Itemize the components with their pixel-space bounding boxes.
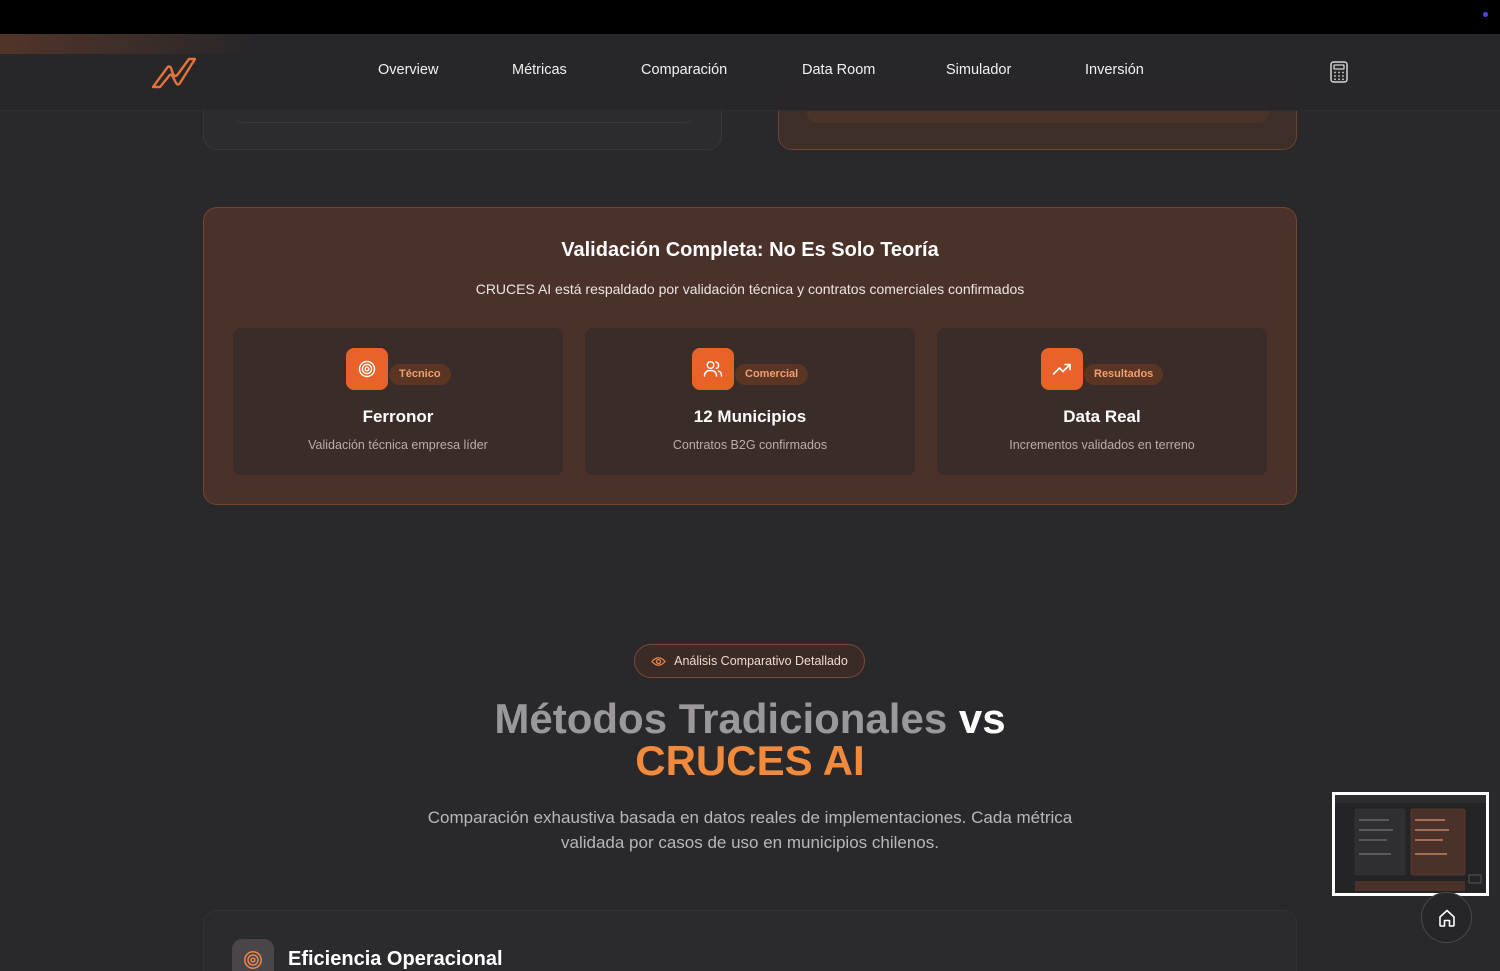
eye-icon <box>651 656 667 666</box>
minimap-preview <box>1335 795 1486 893</box>
heading-part1: Métodos Tradicionales <box>494 695 948 742</box>
section-pill: Análisis Comparativo Detallado <box>634 644 865 678</box>
validation-card-resultados: Resultados Data Real Incrementos validad… <box>937 328 1267 475</box>
nav-item-data-room[interactable]: Data Room <box>802 62 875 78</box>
nav-item-comparacion[interactable]: Comparación <box>641 62 727 78</box>
target-icon <box>232 939 274 971</box>
navbar-glow <box>0 34 260 54</box>
card-title: Ferronor <box>362 407 434 426</box>
card-description: Incrementos validados en terreno <box>1009 438 1195 452</box>
status-dot <box>1483 12 1488 17</box>
navbar: Overview Métricas Comparación Data Room … <box>0 34 1500 111</box>
home-icon <box>1438 909 1455 927</box>
cruces-logo-icon[interactable] <box>150 56 198 90</box>
validation-card-tecnico: Técnico Ferronor Validación técnica empr… <box>233 328 563 475</box>
validation-subtitle: CRUCES AI está respaldado por validación… <box>475 281 1025 297</box>
badge-comercial: Comercial <box>735 364 809 385</box>
comparison-description: Comparación exhaustiva basada en datos r… <box>427 808 1073 852</box>
validation-title: Validación Completa: No Es Solo Teoría <box>561 239 939 261</box>
users-icon <box>692 348 734 390</box>
home-button[interactable] <box>1421 892 1472 943</box>
nav-item-simulador[interactable]: Simulador <box>946 62 1011 78</box>
trending-up-icon <box>1041 348 1083 390</box>
card-title: 12 Municipios <box>693 407 807 426</box>
heading-vs: vs <box>958 695 1006 742</box>
comparison-heading: Métodos Tradicionales vs CRUCES AI <box>0 698 1500 782</box>
calculator-icon[interactable] <box>1329 61 1349 83</box>
validation-panel: Validación Completa: No Es Solo Teoría C… <box>203 207 1297 505</box>
nav-item-metricas[interactable]: Métricas <box>512 62 567 78</box>
card-title: Data Real <box>1063 407 1141 426</box>
heading-part2: CRUCES AI <box>635 737 865 784</box>
metric-card-title: Eficiencia Operacional <box>288 948 503 970</box>
badge-resultados: Resultados <box>1084 364 1164 385</box>
card-description: Validación técnica empresa líder <box>308 438 488 452</box>
validation-card-comercial: Comercial 12 Municipios Contratos B2G co… <box>585 328 915 475</box>
target-icon <box>346 348 388 390</box>
top-bar <box>0 0 1500 34</box>
card-description: Contratos B2G confirmados <box>672 438 828 452</box>
nav-item-inversion[interactable]: Inversión <box>1085 62 1144 78</box>
page-minimap[interactable] <box>1332 792 1489 896</box>
metric-card-eficiencia: Eficiencia Operacional <box>203 910 1297 971</box>
badge-tecnico: Técnico <box>389 364 451 385</box>
nav-item-overview[interactable]: Overview <box>378 62 438 78</box>
pill-label: Análisis Comparativo Detallado <box>674 654 848 668</box>
